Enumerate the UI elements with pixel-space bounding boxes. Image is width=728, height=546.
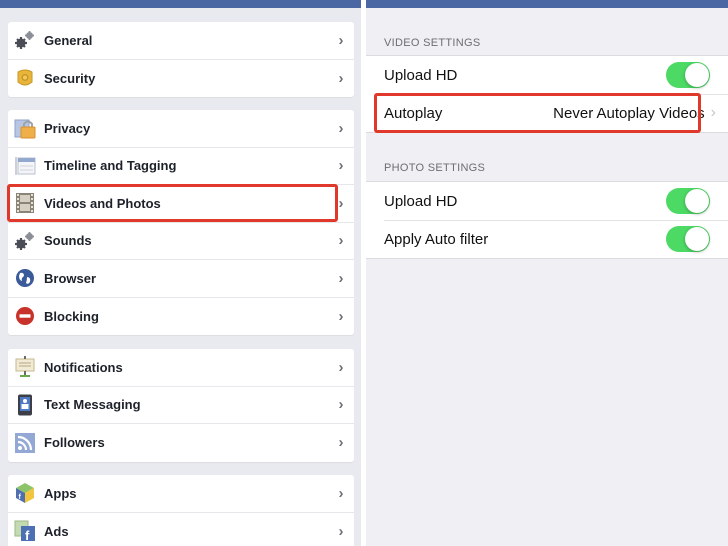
chevron-right-icon: › xyxy=(338,31,344,49)
menu-item-notifications[interactable]: Notifications › xyxy=(8,349,354,387)
settings-menu-pane: General › Security › Privacy › Timeline … xyxy=(0,0,361,546)
videos-and-photos-pane: VIDEO SETTINGS Upload HD Autoplay Never … xyxy=(366,0,728,546)
chevron-right-icon: › xyxy=(338,194,344,212)
facebook-ads-icon: f xyxy=(14,520,36,542)
chevron-right-icon: › xyxy=(338,484,344,502)
menu-item-label: Sounds xyxy=(44,233,92,249)
menu-item-label: Notifications xyxy=(44,359,123,375)
phone-icon xyxy=(14,394,36,416)
menu-item-label: Timeline and Tagging xyxy=(44,158,177,174)
menu-item-sounds[interactable]: Sounds › xyxy=(8,223,354,260)
globe-icon xyxy=(14,267,36,289)
badge-icon xyxy=(14,67,36,89)
setting-label: Apply Auto filter xyxy=(384,230,489,248)
gears-icon xyxy=(14,230,36,252)
lock-icon xyxy=(14,117,36,139)
chevron-right-icon: › xyxy=(338,396,344,414)
menu-item-followers[interactable]: Followers › xyxy=(8,424,354,462)
rss-icon xyxy=(14,432,36,454)
timeline-icon xyxy=(14,155,36,177)
setting-label: Autoplay xyxy=(384,104,443,122)
photo-upload-hd-toggle[interactable] xyxy=(666,188,710,214)
menu-item-label: General xyxy=(44,32,93,48)
autoplay-value: Never Autoplay Videos xyxy=(553,104,705,122)
menu-item-privacy[interactable]: Privacy › xyxy=(8,110,354,148)
blocked-icon xyxy=(14,305,36,327)
setting-row-auto-filter: Apply Auto filter xyxy=(366,220,728,258)
chevron-right-icon: › xyxy=(338,358,344,376)
menu-item-label: Security xyxy=(44,70,96,86)
menu-item-blocking[interactable]: Blocking › xyxy=(8,298,354,336)
film-icon xyxy=(14,192,36,214)
menu-item-text-messaging[interactable]: Text Messaging › xyxy=(8,387,354,424)
chevron-right-icon: › xyxy=(338,434,344,452)
menu-item-label: Privacy xyxy=(44,120,91,136)
menu-item-ads[interactable]: f Ads › xyxy=(8,513,354,546)
menu-item-timeline-and-tagging[interactable]: Timeline and Tagging › xyxy=(8,148,354,185)
settings-group-notifications: Notifications › Text Messaging › Followe… xyxy=(8,349,354,462)
chevron-right-icon: › xyxy=(710,104,716,121)
video-settings-group: Upload HD Autoplay Never Autoplay Videos… xyxy=(366,55,728,133)
menu-item-apps[interactable]: f Apps › xyxy=(8,475,354,513)
nav-bar xyxy=(0,0,361,8)
menu-item-label: Text Messaging xyxy=(44,397,141,413)
section-header-photo-settings: PHOTO SETTINGS xyxy=(384,162,486,174)
menu-item-videos-and-photos[interactable]: Videos and Photos › xyxy=(8,185,354,223)
setting-label: Upload HD xyxy=(384,192,458,210)
setting-row-photo-upload-hd: Upload HD xyxy=(366,182,728,220)
menu-item-label: Browser xyxy=(44,270,97,286)
menu-item-label: Ads xyxy=(44,523,69,539)
menu-item-label: Followers xyxy=(44,435,105,451)
section-header-video-settings: VIDEO SETTINGS xyxy=(384,37,481,49)
photo-settings-group: Upload HD Apply Auto filter xyxy=(366,181,728,259)
menu-item-label: Blocking xyxy=(44,308,99,324)
settings-group-account: General › Security › xyxy=(8,22,354,97)
menu-item-general[interactable]: General › xyxy=(8,22,354,60)
settings-group-preferences: Privacy › Timeline and Tagging › Videos … xyxy=(8,110,354,335)
menu-item-browser[interactable]: Browser › xyxy=(8,260,354,298)
chevron-right-icon: › xyxy=(338,69,344,87)
nav-bar xyxy=(366,0,728,8)
cube-icon: f xyxy=(14,482,36,504)
chevron-right-icon: › xyxy=(338,232,344,250)
chevron-right-icon: › xyxy=(338,307,344,325)
menu-item-security[interactable]: Security › xyxy=(8,60,354,98)
toggle-knob xyxy=(685,189,709,213)
toggle-knob xyxy=(685,63,709,87)
chevron-right-icon: › xyxy=(338,522,344,540)
svg-text:f: f xyxy=(25,528,30,542)
setting-label: Upload HD xyxy=(384,66,458,84)
setting-row-video-upload-hd: Upload HD xyxy=(366,56,728,94)
setting-row-autoplay[interactable]: Autoplay Never Autoplay Videos › xyxy=(366,94,728,132)
menu-item-label: Apps xyxy=(44,485,77,501)
settings-group-apps: f Apps › f Ads › xyxy=(8,475,354,546)
auto-filter-toggle[interactable] xyxy=(666,226,710,252)
chevron-right-icon: › xyxy=(338,119,344,137)
menu-item-label: Videos and Photos xyxy=(44,195,161,211)
toggle-knob xyxy=(685,227,709,251)
gears-icon xyxy=(14,29,36,51)
video-upload-hd-toggle[interactable] xyxy=(666,62,710,88)
chevron-right-icon: › xyxy=(338,269,344,287)
chevron-right-icon: › xyxy=(338,157,344,175)
notice-board-icon xyxy=(14,356,36,378)
